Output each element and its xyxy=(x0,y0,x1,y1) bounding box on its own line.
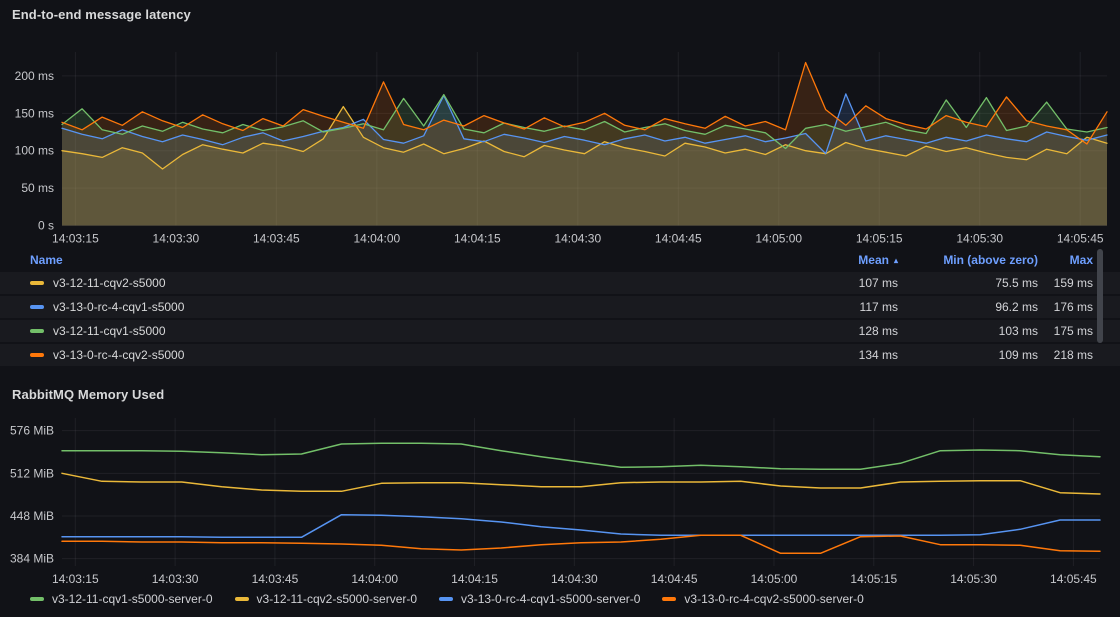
mean-value: 107 ms xyxy=(768,276,898,290)
series-color-swatch xyxy=(439,597,453,601)
series-color-swatch xyxy=(30,281,44,285)
x-axis-tick-label: 14:05:00 xyxy=(755,232,802,246)
series-color-swatch xyxy=(235,597,249,601)
sort-ascending-icon: ▴ xyxy=(894,256,898,265)
series-name: v3-12-11-cqv2-s5000-server-0 xyxy=(257,592,418,606)
table-row[interactable]: v3-13-0-rc-4-cqv2-s5000 134 ms 109 ms 21… xyxy=(0,342,1120,366)
series-line-v3-13-0-rc-4-cqv1-s5000-server-0[interactable] xyxy=(62,515,1100,538)
mean-value: 134 ms xyxy=(768,348,898,362)
x-axis-tick-label: 14:04:00 xyxy=(351,572,398,586)
x-axis-tick-label: 14:03:45 xyxy=(252,572,299,586)
table-row[interactable]: v3-12-11-cqv2-s5000 107 ms 75.5 ms 159 m… xyxy=(0,270,1120,294)
y-axis-tick-label: 50 ms xyxy=(21,181,54,195)
series-color-swatch xyxy=(30,353,44,357)
memory-chart[interactable]: 14:03:15 14:03:30 14:03:45 14:04:00 14:04:15… xyxy=(0,405,1120,593)
series-color-swatch xyxy=(30,329,44,333)
x-axis-tick-label: 14:05:45 xyxy=(1050,572,1097,586)
max-value: 175 ms xyxy=(1038,324,1093,338)
column-header-mean-label: Mean xyxy=(858,253,889,267)
series-name: v3-13-0-rc-4-cqv1-s5000-server-0 xyxy=(461,592,640,606)
x-axis-tick-label: 14:05:45 xyxy=(1057,232,1104,246)
y-axis-tick-label: 0 s xyxy=(38,219,54,233)
x-axis-tick-label: 14:05:30 xyxy=(950,572,997,586)
x-axis-tick-label: 14:04:45 xyxy=(651,572,698,586)
x-axis-tick-label: 14:03:30 xyxy=(152,572,199,586)
latency-legend-table: Name Mean ▴ Min (above zero) Max v3-12-11… xyxy=(0,250,1120,366)
y-axis-tick-label: 150 ms xyxy=(15,106,54,120)
series-name[interactable]: v3-12-11-cqv1-s5000 xyxy=(53,324,166,338)
series-name[interactable]: v3-13-0-rc-4-cqv2-s5000 xyxy=(53,348,184,362)
y-axis-tick-label: 384 MiB xyxy=(10,552,54,566)
legend-scrollbar[interactable] xyxy=(1097,249,1103,343)
min-value: 75.5 ms xyxy=(898,276,1038,290)
series-name: v3-12-11-cqv1-s5000-server-0 xyxy=(52,592,213,606)
series-line-v3-12-11-cqv1-s5000-server-0[interactable] xyxy=(62,443,1100,469)
max-value: 159 ms xyxy=(1038,276,1093,290)
x-axis-tick-label: 14:03:30 xyxy=(153,232,200,246)
x-axis-tick-label: 14:04:00 xyxy=(353,232,400,246)
series-name[interactable]: v3-12-11-cqv2-s5000 xyxy=(53,276,166,290)
panel-title-memory[interactable]: RabbitMQ Memory Used xyxy=(12,387,164,402)
table-row[interactable]: v3-12-11-cqv1-s5000 128 ms 103 ms 175 ms xyxy=(0,318,1120,342)
x-axis-tick-label: 14:05:30 xyxy=(956,232,1003,246)
min-value: 96.2 ms xyxy=(898,300,1038,314)
min-value: 103 ms xyxy=(898,324,1038,338)
series-line-v3-13-0-rc-4-cqv2-s5000-server-0[interactable] xyxy=(62,535,1100,553)
x-axis-tick-label: 14:04:30 xyxy=(554,232,601,246)
x-axis-tick-label: 14:03:15 xyxy=(52,572,99,586)
x-axis-tick-label: 14:05:15 xyxy=(856,232,903,246)
x-axis-tick-label: 14:04:15 xyxy=(454,232,501,246)
x-axis-tick-label: 14:04:45 xyxy=(655,232,702,246)
mean-value: 117 ms xyxy=(768,300,898,314)
column-header-mean[interactable]: Mean ▴ xyxy=(768,253,898,267)
latency-chart[interactable]: 14:03:15 14:03:30 14:03:45 14:04:00 14:04:15… xyxy=(0,0,1120,250)
series-color-swatch xyxy=(30,597,44,601)
max-value: 176 ms xyxy=(1038,300,1093,314)
legend-item[interactable]: v3-13-0-rc-4-cqv2-s5000-server-0 xyxy=(662,592,863,606)
legend-item[interactable]: v3-12-11-cqv1-s5000-server-0 xyxy=(30,592,213,606)
grafana-dashboard: End-to-end message latency 14:03:1514:03… xyxy=(0,0,1120,617)
series-name[interactable]: v3-13-0-rc-4-cqv1-s5000 xyxy=(53,300,184,314)
y-axis-tick-label: 200 ms xyxy=(15,69,54,83)
y-axis-tick-label: 576 MiB xyxy=(10,424,54,438)
column-header-max[interactable]: Max xyxy=(1038,253,1093,267)
series-color-swatch xyxy=(662,597,676,601)
legend-item[interactable]: v3-12-11-cqv2-s5000-server-0 xyxy=(235,592,418,606)
x-axis-tick-label: 14:04:30 xyxy=(551,572,598,586)
mean-value: 128 ms xyxy=(768,324,898,338)
x-axis-tick-label: 14:03:15 xyxy=(52,232,99,246)
column-header-min[interactable]: Min (above zero) xyxy=(898,253,1038,267)
table-row[interactable]: v3-13-0-rc-4-cqv1-s5000 117 ms 96.2 ms 1… xyxy=(0,294,1120,318)
x-axis-tick-label: 14:04:15 xyxy=(451,572,498,586)
legend-table-header: Name Mean ▴ Min (above zero) Max xyxy=(0,250,1120,270)
series-line-v3-12-11-cqv2-s5000-server-0[interactable] xyxy=(62,473,1100,494)
memory-chart-legend: v3-12-11-cqv1-s5000-server-0 v3-12-11-cq… xyxy=(30,592,864,606)
y-axis-tick-label: 100 ms xyxy=(15,144,54,158)
series-name: v3-13-0-rc-4-cqv2-s5000-server-0 xyxy=(684,592,863,606)
x-axis-tick-label: 14:03:45 xyxy=(253,232,300,246)
series-color-swatch xyxy=(30,305,44,309)
min-value: 109 ms xyxy=(898,348,1038,362)
x-axis-tick-label: 14:05:00 xyxy=(751,572,798,586)
y-axis-tick-label: 512 MiB xyxy=(10,466,54,480)
x-axis-tick-label: 14:05:15 xyxy=(850,572,897,586)
max-value: 218 ms xyxy=(1038,348,1093,362)
legend-item[interactable]: v3-13-0-rc-4-cqv1-s5000-server-0 xyxy=(439,592,640,606)
column-header-name[interactable]: Name xyxy=(30,253,768,267)
y-axis-tick-label: 448 MiB xyxy=(10,509,54,523)
